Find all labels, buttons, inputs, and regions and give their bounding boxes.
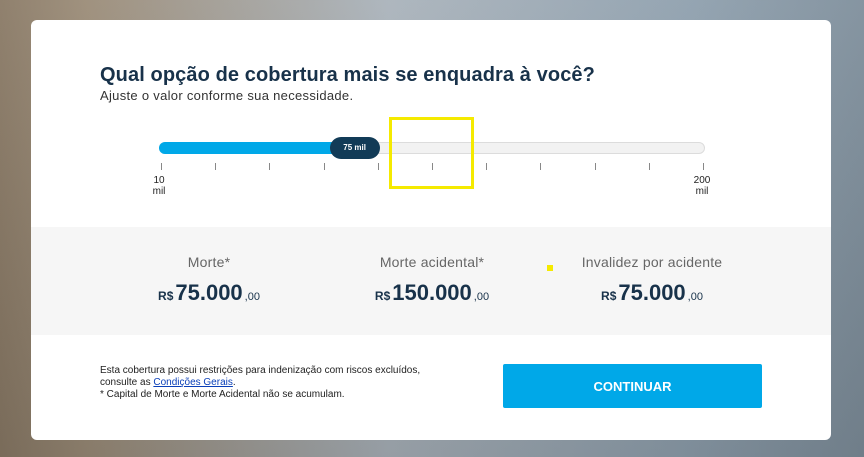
- coverage-accidental-death: Morte acidental* R$150.000,00: [312, 254, 552, 306]
- slider-min-value: 10: [153, 175, 165, 186]
- coverage-value: R$75.000,00: [89, 280, 329, 306]
- highlight-marker: [547, 265, 553, 271]
- slider-tick: [215, 163, 217, 170]
- slider-tick: [703, 163, 704, 170]
- slider-min-unit: mil: [152, 186, 166, 197]
- slider-tick: [161, 163, 162, 170]
- restrictions-notice: Esta cobertura possui restrições para in…: [100, 365, 460, 401]
- slider-thumb[interactable]: 75 mil: [329, 137, 380, 159]
- slider-tick: [377, 163, 379, 170]
- slider-min-label: 10 mil: [149, 175, 169, 197]
- slider-max-unit: mil: [695, 186, 709, 197]
- value-decimals: ,00: [244, 291, 260, 303]
- coverage-accident-disability: Invalidez por acidente R$75.000,00: [532, 254, 772, 306]
- slider-tick: [540, 163, 542, 170]
- slider-track-fill: [159, 142, 355, 154]
- coverage-value: R$150.000,00: [312, 280, 552, 306]
- slider-tick: [594, 163, 596, 170]
- notice-line-2: consulte as Condições Gerais.: [100, 377, 460, 389]
- currency-symbol: R$: [374, 289, 391, 303]
- slider-tick: [323, 163, 325, 170]
- coverage-value: R$75.000,00: [532, 280, 772, 306]
- coverage-death: Morte* R$75.000,00: [89, 254, 329, 306]
- value-integer: 75.000: [618, 280, 686, 305]
- value-integer: 150.000: [392, 280, 472, 305]
- slider-tick: [269, 163, 271, 170]
- slider-max-value: 200: [693, 175, 711, 186]
- slider-tick: [648, 163, 650, 170]
- general-conditions-link[interactable]: Condições Gerais: [153, 377, 232, 388]
- notice-line-3: * Capital de Morte e Morte Acidental não…: [100, 389, 345, 400]
- coverage-values-panel: Morte* R$75.000,00 Morte acidental* R$15…: [31, 227, 831, 335]
- slider-tick: [486, 163, 488, 170]
- coverage-card: Qual opção de cobertura mais se enquadra…: [31, 20, 831, 440]
- currency-symbol: R$: [158, 289, 174, 303]
- notice-line-2-suffix: .: [232, 377, 236, 388]
- coverage-label: Morte acidental*: [379, 254, 485, 270]
- value-integer: 75.000: [175, 280, 243, 305]
- slider-max-label: 200 mil: [692, 175, 712, 197]
- notice-line-2-prefix: consulte as: [100, 377, 154, 388]
- value-decimals: ,00: [687, 291, 703, 303]
- currency-symbol: R$: [601, 289, 617, 303]
- slider-thumb-highlight: [389, 117, 474, 189]
- notice-line-1: Esta cobertura possui restrições para in…: [100, 365, 421, 376]
- coverage-label: Invalidez por acidente: [581, 254, 723, 270]
- page-subtitle: Ajuste o valor conforme sua necessidade.: [100, 88, 354, 103]
- page-title: Qual opção de cobertura mais se enquadra…: [100, 64, 595, 86]
- coverage-label: Morte*: [187, 254, 231, 270]
- continue-button[interactable]: CONTINUAR: [503, 364, 762, 408]
- value-decimals: ,00: [473, 291, 490, 303]
